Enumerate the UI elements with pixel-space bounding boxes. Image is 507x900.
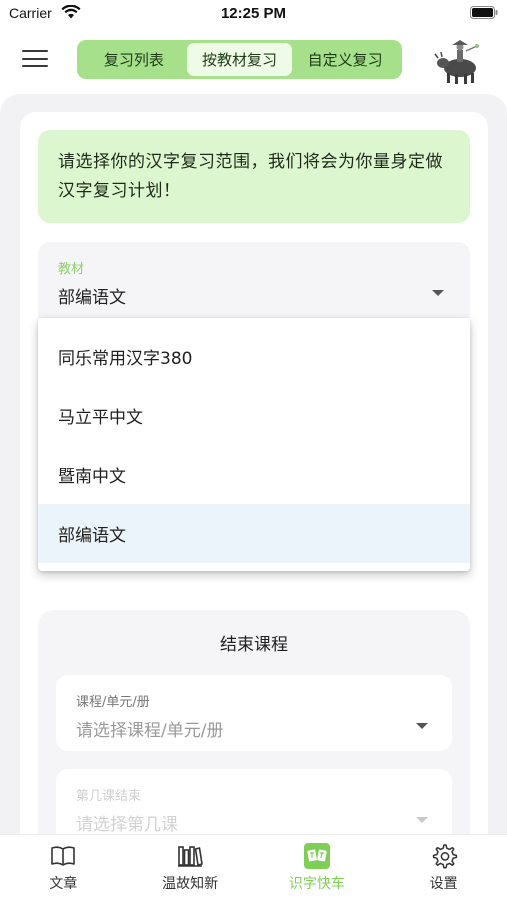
tab-label: 设置 — [429, 876, 458, 892]
intro-message: 请选择你的汉字复习范围，我们将会为你量身定做汉字复习计划！ — [38, 130, 470, 223]
caret-down-icon — [416, 817, 428, 823]
end-lesson-placeholder: 请选择第几课 — [76, 815, 178, 835]
end-lesson-label: 第几课结束 — [76, 789, 142, 804]
textbook-select[interactable]: 教材 部编语文 — [38, 242, 470, 318]
header: 复习列表 按教材复习 自定义复习 — [0, 36, 507, 86]
course-unit-placeholder: 请选择课程/单元/册 — [76, 721, 224, 741]
status-time: 12:25 PM — [220, 5, 287, 22]
flashcards-icon — [303, 843, 330, 869]
course-unit-label: 课程/单元/册 — [76, 695, 150, 710]
tab-review-old[interactable]: 温故知新 — [127, 835, 254, 900]
dropdown-option[interactable]: 马立平中文 — [38, 386, 470, 445]
hamburger-menu-icon[interactable] — [22, 50, 48, 70]
dropdown-option[interactable]: 同乐常用汉字380 — [38, 327, 470, 386]
textbook-dropdown-menu: 同乐常用汉字380 马立平中文 暨南中文 部编语文 — [38, 318, 470, 571]
caret-down-icon — [416, 723, 428, 729]
tab-articles[interactable]: 文章 — [0, 835, 127, 900]
course-unit-select[interactable]: 课程/单元/册 请选择课程/单元/册 — [56, 675, 452, 751]
tab-review-by-textbook[interactable]: 按教材复习 — [186, 43, 293, 76]
status-bar: Carrier 12:25 PM — [0, 0, 507, 28]
tab-character-express[interactable]: 识字快车 — [254, 835, 381, 900]
bookshelf-icon — [178, 846, 203, 867]
battery-icon — [470, 6, 498, 19]
review-mode-segmented-control: 复习列表 按教材复习 自定义复习 — [77, 40, 402, 79]
avatar[interactable] — [433, 36, 483, 86]
tab-label: 温故知新 — [162, 876, 219, 892]
caret-down-icon — [432, 290, 444, 296]
tab-label: 文章 — [49, 876, 78, 892]
tab-settings[interactable]: 设置 — [380, 835, 507, 900]
end-course-title: 结束课程 — [220, 635, 288, 655]
book-open-icon — [51, 846, 76, 866]
bottom-tab-bar: 文章 温故知新 识字快车 设置 — [0, 834, 507, 900]
tab-review-list[interactable]: 复习列表 — [81, 43, 187, 76]
gear-icon — [432, 844, 457, 869]
textbook-select-value: 部编语文 — [58, 288, 126, 308]
tab-label: 识字快车 — [288, 876, 345, 892]
textbook-select-label: 教材 — [58, 262, 85, 277]
tab-custom-review[interactable]: 自定义复习 — [292, 43, 398, 76]
dropdown-option[interactable]: 暨南中文 — [38, 445, 470, 504]
dropdown-option-selected[interactable]: 部编语文 — [38, 504, 470, 563]
